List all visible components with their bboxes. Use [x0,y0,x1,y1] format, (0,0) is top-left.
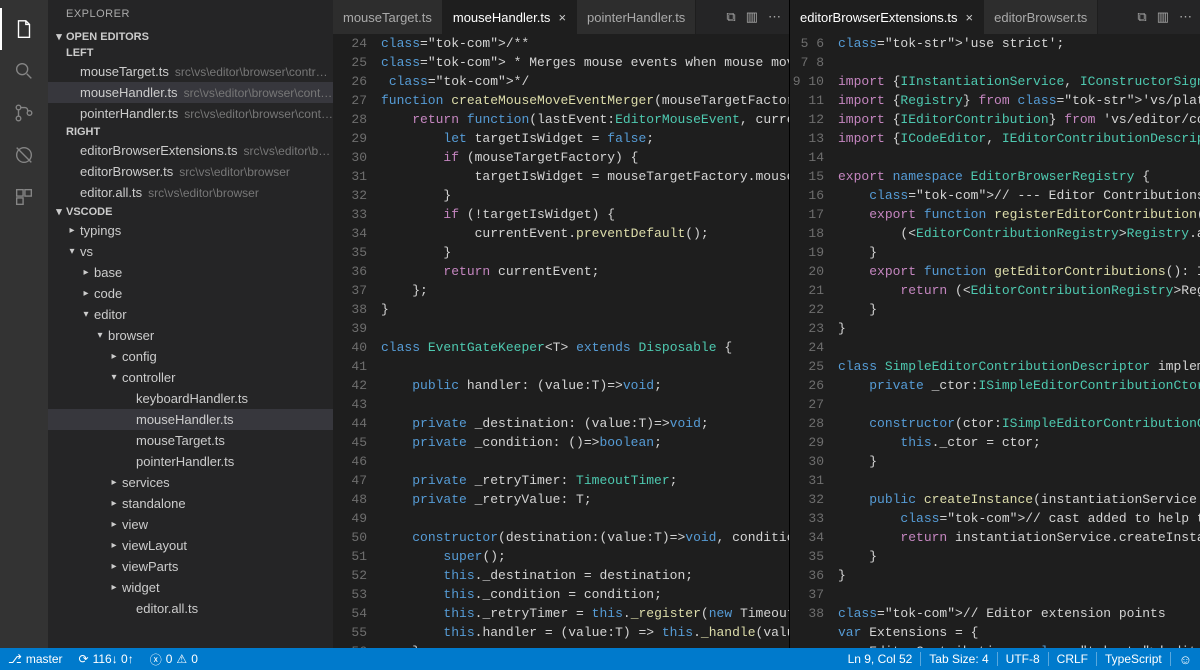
tree-file[interactable]: pointerHandler.ts [48,451,333,472]
more-icon[interactable]: ⋯ [768,9,781,25]
split-editor-icon[interactable]: ⧉ [726,9,735,25]
branch-icon: ⎇ [8,652,22,666]
sync-icon: ⟳ [79,652,89,666]
problems[interactable]: ⓧ0 ⚠0 [142,648,206,670]
close-icon[interactable]: × [558,10,566,25]
warning-icon: ⚠ [176,652,187,666]
tree-folder[interactable]: ▸viewParts [48,556,333,577]
tree-folder[interactable]: ▸viewLayout [48,535,333,556]
open-editor-item[interactable]: editorBrowser.tssrc\vs\editor\browser [48,161,333,182]
statusbar: ⎇ master ⟳ 116↓ 0↑ ⓧ0 ⚠0 Ln 9, Col 52 Ta… [0,648,1200,670]
source-control-icon[interactable] [0,92,48,134]
line-gutter: 5 6 7 8 9 10 11 12 13 14 15 16 17 18 19 … [790,34,838,648]
tree-folder[interactable]: ▸services [48,472,333,493]
chevron-down-icon: ▾ [52,205,66,218]
search-icon[interactable] [0,50,48,92]
tab[interactable]: editorBrowserExtensions.ts× [790,0,984,34]
tree-file[interactable]: mouseHandler.ts [48,409,333,430]
tree-folder[interactable]: ▾vs [48,241,333,262]
tab[interactable]: editorBrowser.ts [984,0,1098,34]
tab-bar-left: mouseTarget.tsmouseHandler.ts×pointerHan… [333,0,789,34]
open-editor-item[interactable]: editor.all.tssrc\vs\editor\browser [48,182,333,203]
chevron-down-icon: ▾ [52,30,66,43]
sidebar: EXPLORER ▾ OPEN EDITORS LEFT mouseTarget… [48,0,333,648]
split-editor-icon[interactable]: ⧉ [1137,9,1146,25]
tree-folder[interactable]: ▾editor [48,304,333,325]
code-editor[interactable]: class="tok-com">/** class="tok-com"> * M… [381,34,789,648]
editor-group-left: mouseTarget.tsmouseHandler.ts×pointerHan… [333,0,790,648]
tree-folder[interactable]: ▾controller [48,367,333,388]
git-sync[interactable]: ⟳ 116↓ 0↑ [71,648,142,670]
open-editors-right-label: RIGHT [48,124,333,140]
open-editors-left-label: LEFT [48,45,333,61]
open-editors-header[interactable]: ▾ OPEN EDITORS [48,28,333,45]
open-editor-item[interactable]: editorBrowserExtensions.tssrc\vs\editor\… [48,140,333,161]
open-editor-item[interactable]: pointerHandler.tssrc\vs\editor\browser\c… [48,103,333,124]
tab-size[interactable]: Tab Size: 4 [921,652,996,666]
close-icon[interactable]: × [966,10,974,25]
open-editor-item[interactable]: mouseHandler.tssrc\vs\editor\browser\con… [48,82,333,103]
language-mode[interactable]: TypeScript [1097,652,1170,666]
explorer-icon[interactable] [0,8,48,50]
feedback-icon[interactable]: ☺ [1171,652,1200,667]
tree-folder[interactable]: ▸code [48,283,333,304]
layout-icon[interactable]: ▥ [1157,9,1169,25]
git-branch[interactable]: ⎇ master [0,648,71,670]
code-editor[interactable]: class="tok-str">'use strict'; import {II… [838,34,1200,648]
tree-folder[interactable]: ▸config [48,346,333,367]
workspace-header[interactable]: ▾ VSCODE [48,203,333,220]
sidebar-title: EXPLORER [48,0,333,28]
editor-area: mouseTarget.tsmouseHandler.ts×pointerHan… [333,0,1200,648]
activity-bar [0,0,48,648]
tree-file[interactable]: keyboardHandler.ts [48,388,333,409]
debug-icon[interactable] [0,134,48,176]
tree-folder[interactable]: ▸typings [48,220,333,241]
open-editor-item[interactable]: mouseTarget.tssrc\vs\editor\browser\cont… [48,61,333,82]
tree-file[interactable]: mouseTarget.ts [48,430,333,451]
eol[interactable]: CRLF [1049,652,1096,666]
tree-folder[interactable]: ▾browser [48,325,333,346]
layout-icon[interactable]: ▥ [746,9,758,25]
tree-file[interactable]: editor.all.ts [48,598,333,619]
extensions-icon[interactable] [0,176,48,218]
editor-group-right: editorBrowserExtensions.ts×editorBrowser… [790,0,1200,648]
more-icon[interactable]: ⋯ [1179,9,1192,25]
line-gutter: 24 25 26 27 28 29 30 31 32 33 34 35 36 3… [333,34,381,648]
error-icon: ⓧ [150,651,162,668]
tree-folder[interactable]: ▸standalone [48,493,333,514]
encoding[interactable]: UTF-8 [998,652,1048,666]
cursor-position[interactable]: Ln 9, Col 52 [840,652,921,666]
tree-folder[interactable]: ▸view [48,514,333,535]
tree-folder[interactable]: ▸base [48,262,333,283]
tree-folder[interactable]: ▸widget [48,577,333,598]
tab[interactable]: mouseHandler.ts× [443,0,577,34]
tab[interactable]: mouseTarget.ts [333,0,443,34]
tab[interactable]: pointerHandler.ts [577,0,696,34]
tab-bar-right: editorBrowserExtensions.ts×editorBrowser… [790,0,1200,34]
